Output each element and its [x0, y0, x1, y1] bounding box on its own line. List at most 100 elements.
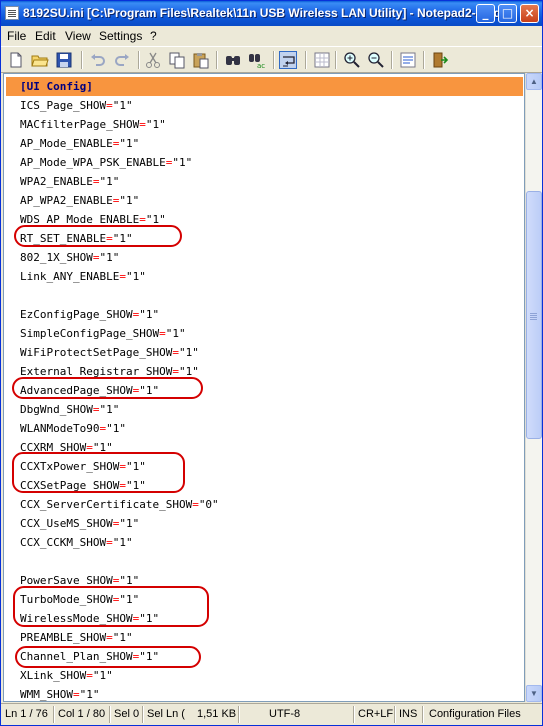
notepad-app-icon — [5, 6, 19, 20]
code-line: CCX_ServerCertificate_SHOW="0" — [20, 495, 219, 514]
code-line: AP_Mode_WPA_PSK_ENABLE="1" — [20, 153, 219, 172]
code-line: DbgWnd_SHOW="1" — [20, 400, 219, 419]
title-bar[interactable]: 8192SU.ini [C:\Program Files\Realtek\11n… — [1, 1, 542, 26]
code-line: WiFiProtectSetPage_SHOW="1" — [20, 343, 219, 362]
code-line: ICS_Page_SHOW="1" — [20, 96, 219, 115]
replace-icon[interactable]: ac — [248, 51, 266, 69]
scroll-up-button[interactable]: ▲ — [526, 73, 542, 90]
menu-file[interactable]: File — [7, 29, 26, 43]
menu-settings[interactable]: Settings — [99, 29, 142, 43]
ini-key: XLink_SHOW — [20, 669, 87, 682]
scroll-grip-icon — [530, 313, 537, 314]
code-line: CCX_UseMS_SHOW="1" — [20, 514, 219, 533]
code-line: WLANModeTo90="1" — [20, 419, 219, 438]
ini-value: "1" — [99, 175, 120, 188]
ini-value: "1" — [112, 631, 133, 644]
highlight-channel-plan — [15, 646, 201, 668]
word-wrap-icon[interactable] — [279, 51, 297, 69]
ini-value: "1" — [119, 194, 140, 207]
redo-icon[interactable] — [113, 51, 131, 69]
equals-sign: = — [139, 118, 146, 131]
maximize-button[interactable]: □ — [498, 4, 517, 23]
status-column: Col 1 / 80 — [58, 708, 106, 720]
svg-text:ac: ac — [257, 62, 265, 69]
open-folder-icon[interactable] — [31, 51, 49, 69]
exit-icon[interactable] — [431, 51, 449, 69]
zoom-in-icon[interactable] — [343, 51, 361, 69]
toolbar-separator — [391, 51, 393, 69]
toolbar-separator — [138, 51, 140, 69]
highlight-ccx-power-setpage — [12, 452, 185, 493]
ini-key: WMM_SHOW — [20, 688, 73, 701]
close-button[interactable]: × — [520, 4, 539, 23]
status-separator — [142, 706, 144, 723]
menu-bar: File Edit View Settings ? — [1, 26, 542, 46]
code-line: MACfilterPage_SHOW="1" — [20, 115, 219, 134]
menu-help[interactable]: ? — [150, 29, 157, 43]
equals-sign: = — [172, 346, 179, 359]
scheme-icon[interactable] — [399, 51, 417, 69]
status-selected-lines: Sel Ln ( — [147, 708, 185, 720]
ini-value: "1" — [139, 308, 160, 321]
equals-sign: = — [192, 498, 199, 511]
code-line: PREAMBLE_SHOW="1" — [20, 628, 219, 647]
save-icon[interactable] — [55, 51, 73, 69]
window-title: 8192SU.ini [C:\Program Files\Realtek\11n… — [23, 6, 502, 20]
status-selection: Sel 0 — [114, 708, 140, 720]
code-line: WPA2_ENABLE="1" — [20, 172, 219, 191]
new-file-icon[interactable] — [7, 51, 25, 69]
minimize-button[interactable]: _ — [476, 4, 495, 23]
status-line-endings[interactable]: CR+LF — [358, 708, 393, 720]
ini-key: CCX_CCKM_SHOW — [20, 536, 107, 549]
equals-sign: = — [86, 669, 93, 682]
ini-value: "1" — [165, 327, 186, 340]
code-line: AP_Mode_ENABLE="1" — [20, 134, 219, 153]
code-line: SimpleConfigPage_SHOW="1" — [20, 324, 219, 343]
settings-grid-icon[interactable] — [313, 51, 331, 69]
status-encoding[interactable]: UTF-8 — [269, 708, 300, 720]
ini-value: "0" — [198, 498, 219, 511]
ini-key: DbgWnd_SHOW — [20, 403, 93, 416]
notepad2-window: 8192SU.ini [C:\Program Files\Realtek\11n… — [0, 0, 543, 726]
cut-icon[interactable] — [144, 51, 162, 69]
scroll-thumb[interactable] — [526, 191, 542, 439]
ini-value: "1" — [125, 270, 146, 283]
status-scheme[interactable]: Configuration Files — [429, 708, 521, 720]
scroll-down-button[interactable]: ▼ — [526, 685, 542, 702]
ini-value: "1" — [112, 536, 133, 549]
ini-section-header: [UI Config] — [20, 80, 93, 93]
ini-value: "1" — [112, 99, 133, 112]
menu-view[interactable]: View — [65, 29, 91, 43]
find-icon[interactable] — [224, 51, 242, 69]
code-line: CCX_CCKM_SHOW="1" — [20, 533, 219, 552]
equals-sign: = — [72, 688, 80, 701]
vertical-scrollbar[interactable]: ▲ ▼ — [525, 73, 542, 702]
ini-value: "1" — [119, 137, 140, 150]
ini-key: CCX_ServerCertificate_SHOW — [20, 498, 193, 511]
ini-value: "1" — [145, 118, 166, 131]
ini-key: 802_1X_SHOW — [20, 251, 93, 264]
paste-icon[interactable] — [192, 51, 210, 69]
ini-key: Link_ANY_ENABLE — [20, 270, 120, 283]
ini-value: "1" — [178, 346, 199, 359]
code-line: XLink_SHOW="1" — [20, 666, 219, 685]
menu-edit[interactable]: Edit — [35, 29, 56, 43]
copy-icon[interactable] — [168, 51, 186, 69]
code-line: WMM_SHOW="1" — [20, 685, 219, 701]
toolbar-separator — [81, 51, 83, 69]
highlight-turbo-wireless — [13, 586, 209, 627]
status-line-position: Ln 1 / 76 — [5, 708, 48, 720]
undo-icon[interactable] — [89, 51, 107, 69]
status-insert-mode[interactable]: INS — [399, 708, 417, 720]
status-separator — [353, 706, 355, 723]
ini-key: CCX_UseMS_SHOW — [20, 517, 113, 530]
zoom-out-icon[interactable] — [367, 51, 385, 69]
ini-key: WLANModeTo90 — [20, 422, 100, 435]
code-line: Link_ANY_ENABLE="1" — [20, 267, 219, 286]
ini-key: ICS_Page_SHOW — [20, 99, 107, 112]
toolbar-separator — [335, 51, 337, 69]
ini-value: "1" — [92, 669, 113, 682]
toolbar-separator — [273, 51, 275, 69]
